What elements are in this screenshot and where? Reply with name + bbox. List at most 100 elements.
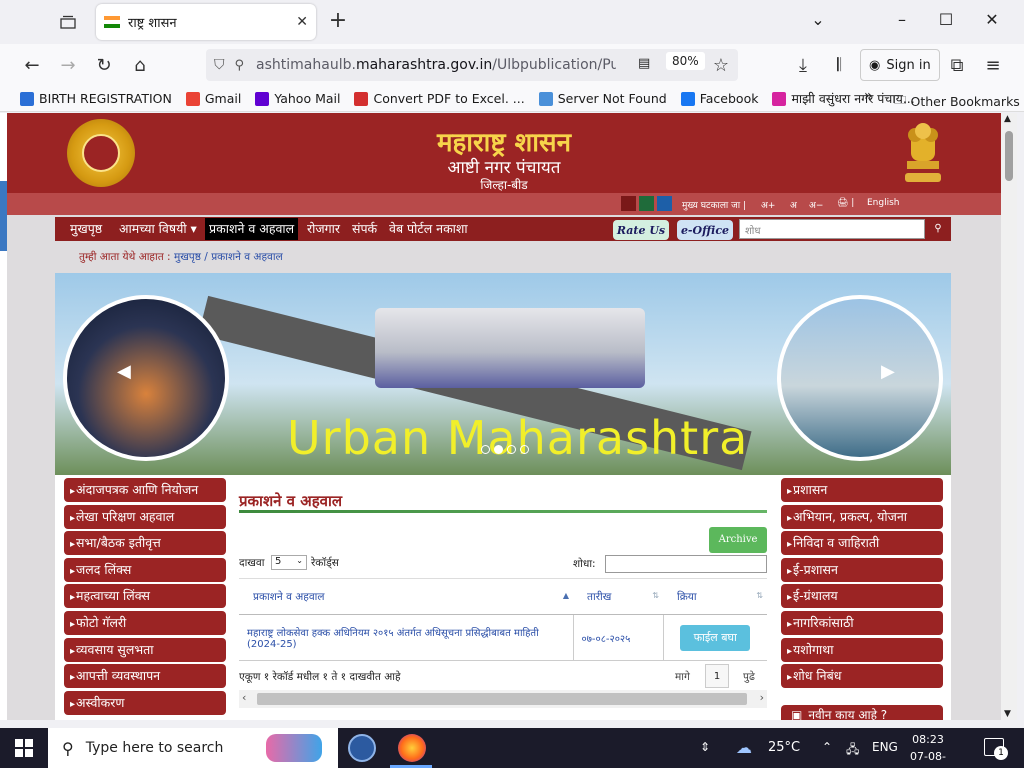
weather-cloud-icon[interactable]: ☁ xyxy=(736,738,752,757)
left-menu-item[interactable]: जलद लिंक्स xyxy=(64,557,226,582)
reload-icon[interactable]: ↻ xyxy=(91,52,117,78)
tab-close-icon[interactable]: ✕ xyxy=(296,14,308,30)
weather-temperature[interactable]: 25°C xyxy=(768,740,800,755)
scroll-right-icon[interactable]: › xyxy=(760,691,764,704)
close-window-button[interactable]: ✕ xyxy=(982,10,1002,29)
col-header-publication[interactable]: प्रकाशने व अहवाल ▲ xyxy=(239,578,573,615)
right-menu-item[interactable]: निविदा व जाहिराती xyxy=(781,531,943,556)
tray-chevron-icon[interactable]: ⌃ xyxy=(822,740,832,754)
font-decrease-button[interactable]: अ− xyxy=(809,198,823,211)
theme-red-swatch[interactable] xyxy=(621,196,636,211)
app-menu-icon[interactable]: ≡ xyxy=(980,52,1006,78)
home-icon[interactable]: ⌂ xyxy=(127,52,153,78)
library-icon[interactable]: 𝄃 xyxy=(826,52,852,78)
scroll-up-icon[interactable]: ▲ xyxy=(1004,114,1011,124)
bookmark-item[interactable]: Convert PDF to Excel. ... xyxy=(354,91,525,106)
tab-overflow-chevron-icon[interactable]: ⌄ xyxy=(808,10,828,29)
table-search-input[interactable] xyxy=(605,555,767,573)
right-menu-item[interactable]: यशोगाथा xyxy=(781,637,943,662)
banner-prev-arrow-icon[interactable]: ◀ xyxy=(117,361,131,382)
url-text[interactable]: ashtimahaulb.maharashtra.gov.in/Ulbpubli… xyxy=(256,57,616,73)
windows-start-icon[interactable] xyxy=(0,728,48,768)
maximize-button[interactable]: ☐ xyxy=(936,10,956,29)
menu-contact[interactable]: संपर्क xyxy=(352,220,377,237)
other-bookmarks[interactable]: 🗀 Other Bookmarks xyxy=(894,91,1020,112)
language-indicator[interactable]: ENG xyxy=(872,740,898,754)
breadcrumb-home-link[interactable]: मुखपृष्ठ xyxy=(174,251,201,263)
theme-blue-swatch[interactable] xyxy=(657,196,672,211)
page-vertical-scrollbar[interactable]: ▲ ▼ xyxy=(1001,113,1017,720)
browser-tab-active[interactable]: राष्ट्र शासन ✕ xyxy=(96,4,316,40)
left-menu-item[interactable]: फोटो गॅलरी xyxy=(64,611,226,635)
menu-about-us[interactable]: आमच्या विषयी ▾ xyxy=(119,220,197,237)
site-search-input[interactable]: शोध xyxy=(739,219,925,239)
right-menu-item[interactable]: शोध निबंध xyxy=(781,664,943,689)
banner-dot-active[interactable] xyxy=(494,445,503,454)
bookmark-item[interactable]: Yahoo Mail xyxy=(255,91,340,106)
right-menu-item[interactable]: अभियान, प्रकल्प, योजना xyxy=(781,504,943,529)
tab-list-icon[interactable] xyxy=(56,10,80,34)
snorkel-widget-icon[interactable] xyxy=(266,734,322,762)
banner-dot[interactable] xyxy=(520,445,529,454)
bookmark-item[interactable]: Gmail xyxy=(185,91,241,106)
reader-view-icon[interactable]: ▤ xyxy=(638,56,650,71)
left-menu-item[interactable]: व्यवसाय सुलभता xyxy=(64,637,226,662)
bookmark-item[interactable]: BIRTH REGISTRATION xyxy=(20,91,172,106)
view-file-button[interactable]: फाईल बघा xyxy=(680,624,751,651)
menu-sitemap[interactable]: वेब पोर्टल नकाशा xyxy=(389,220,468,237)
print-button[interactable]: 🖨 | xyxy=(837,198,854,208)
site-info-icon[interactable]: ⚲ xyxy=(235,58,245,73)
bookmark-item[interactable]: Server Not Found xyxy=(538,91,667,106)
back-arrow-icon[interactable]: ← xyxy=(19,52,45,78)
right-menu-item[interactable]: ई-प्रशासन xyxy=(781,557,943,582)
bookmark-item[interactable]: Facebook xyxy=(680,91,758,106)
font-normal-button[interactable]: अ xyxy=(790,198,797,211)
col-header-action[interactable]: क्रिया ⇅ xyxy=(663,578,767,615)
search-icon[interactable]: ⚲ xyxy=(927,219,949,239)
forward-arrow-icon[interactable]: → xyxy=(55,52,81,78)
english-language-link[interactable]: English xyxy=(867,198,900,208)
right-menu-item[interactable]: नागरिकांसाठी xyxy=(781,611,943,635)
theme-green-swatch[interactable] xyxy=(639,196,654,211)
downloads-icon[interactable]: ⤓ xyxy=(790,52,816,78)
rate-us-button[interactable]: Rate Us xyxy=(613,220,669,240)
firefox-icon[interactable] xyxy=(398,734,426,762)
bookmarks-overflow-icon[interactable]: » xyxy=(864,88,873,104)
extensions-icon[interactable]: ⧉ xyxy=(944,52,970,78)
minimize-button[interactable]: – xyxy=(892,10,912,29)
shield-icon[interactable]: ⛉ xyxy=(214,57,225,73)
font-increase-button[interactable]: अ+ xyxy=(761,198,775,211)
app-icon[interactable] xyxy=(348,734,376,762)
table-horizontal-scrollbar[interactable]: ‹ › xyxy=(239,690,767,708)
archive-button[interactable]: Archive xyxy=(709,527,767,553)
right-menu-item[interactable]: ई-ग्रंथालय xyxy=(781,584,943,609)
banner-dot[interactable] xyxy=(507,445,516,454)
menu-employment[interactable]: रोजगार xyxy=(307,220,340,237)
scrollbar-thumb[interactable] xyxy=(1005,131,1013,181)
e-office-button[interactable]: e-Office xyxy=(677,220,733,240)
taskbar-scroll-icon[interactable]: ⇕ xyxy=(700,740,710,754)
taskbar-search-input[interactable]: ⚲ Type here to search xyxy=(48,728,338,768)
left-menu-item[interactable]: महत्वाच्या लिंक्स xyxy=(64,584,226,609)
left-menu-item[interactable]: अस्वीकरण xyxy=(64,690,226,715)
network-icon[interactable]: 🖧 xyxy=(846,740,859,761)
left-menu-item[interactable]: अंदाजपत्रक आणि नियोजन xyxy=(64,478,226,502)
right-menu-item[interactable]: प्रशासन xyxy=(781,478,943,502)
skip-to-main-link[interactable]: मुख्य घटकाला जा | xyxy=(682,198,746,211)
menu-publications[interactable]: प्रकाशने व अहवाल xyxy=(205,218,299,240)
entries-per-page-select[interactable]: 5 ⌄ xyxy=(271,555,307,570)
banner-dot[interactable] xyxy=(481,445,490,454)
left-menu-item[interactable]: सभा/बैठक इतीवृत्त xyxy=(64,531,226,556)
sign-in-button[interactable]: ◉ Sign in xyxy=(860,49,940,81)
scroll-left-icon[interactable]: ‹ xyxy=(242,691,246,704)
bookmark-star-icon[interactable]: ☆ xyxy=(708,52,734,78)
zoom-level[interactable]: 80% xyxy=(666,52,705,70)
banner-next-arrow-icon[interactable]: ▶ xyxy=(881,361,895,382)
col-header-date[interactable]: तारीख ⇅ xyxy=(573,578,663,615)
system-clock[interactable]: 08:23 07-08-2025 xyxy=(906,731,950,768)
pager-next[interactable]: पुढे xyxy=(743,670,755,684)
pager-previous[interactable]: मागे xyxy=(675,670,690,684)
left-menu-item[interactable]: आपत्ती व्यवस्थापन xyxy=(64,664,226,689)
left-menu-item[interactable]: लेखा परिक्षण अहवाल xyxy=(64,504,226,529)
new-tab-button[interactable]: + xyxy=(326,10,350,34)
